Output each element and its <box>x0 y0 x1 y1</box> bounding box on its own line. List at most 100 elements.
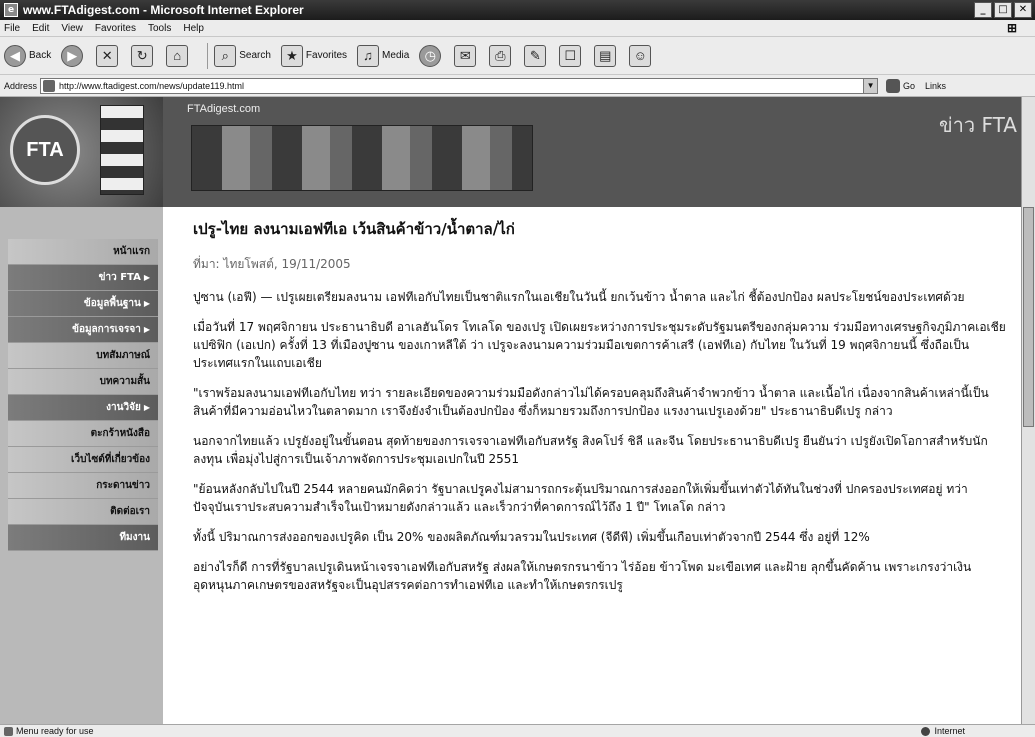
nav-item[interactable]: หน้าแรก <box>8 239 158 265</box>
refresh-icon: ↻ <box>131 44 154 67</box>
nav-item[interactable]: ข้อมูลการเจรจา ▶ <box>8 317 158 343</box>
nav-item-label: บทความสั้น <box>99 376 150 387</box>
nav-item[interactable]: ตะกร้าหนังสือ <box>8 421 158 447</box>
mail-button[interactable]: ✉ <box>454 44 479 67</box>
submenu-arrow-icon: ▶ <box>143 299 150 308</box>
menu-tools[interactable]: Tools <box>148 23 171 34</box>
star-icon: ★ <box>280 44 303 67</box>
menu-view[interactable]: View <box>61 23 83 34</box>
scrollbar-thumb[interactable] <box>1023 207 1034 427</box>
home-icon: ⌂ <box>166 44 189 67</box>
window-controls: _ □ ✕ <box>974 2 1032 18</box>
search-icon: ⌕ <box>214 44 237 67</box>
security-zone: Internet <box>921 726 965 736</box>
address-url: http://www.ftadigest.com/news/update119.… <box>59 80 244 91</box>
research-icon: ▤ <box>594 44 617 67</box>
print-button[interactable]: ⎙ <box>489 44 514 67</box>
edit-button[interactable]: ✎ <box>524 44 549 67</box>
links-button[interactable]: Links <box>925 81 946 91</box>
go-button[interactable]: Go <box>886 78 916 93</box>
close-button[interactable]: ✕ <box>1014 2 1032 18</box>
article-paragraph: "เราพร้อมลงนามเอฟทีเอกับไทย ทว่า รายละเอ… <box>193 386 989 418</box>
minimize-button[interactable]: _ <box>974 2 992 18</box>
nav-item[interactable]: บทความสั้น <box>8 369 158 395</box>
address-dropdown-icon[interactable]: ▼ <box>863 78 878 93</box>
header-banner: FTAdigest.com ข่าว FTA <box>163 97 1035 207</box>
nav-item[interactable]: ข้อมูลพื้นฐาน ▶ <box>8 291 158 317</box>
nav-item[interactable]: บทสัมภาษณ์ <box>8 343 158 369</box>
windows-logo-icon: ⊞ <box>1006 21 1017 35</box>
vertical-scrollbar[interactable] <box>1021 97 1035 724</box>
media-icon: ♫ <box>357 44 380 67</box>
article-content: เปรู-ไทย ลงนามเอฟทีเอ เว้นสินค้าข้าว/น้ำ… <box>163 207 1021 724</box>
edit-icon: ✎ <box>524 44 547 67</box>
submenu-arrow-icon: ▶ <box>143 325 150 334</box>
globe-icon <box>921 726 931 736</box>
article-paragraph: "ย้อนหลังกลับไปในปี 2544 หลายคนมักคิดว่า… <box>193 482 968 514</box>
toolbar: ◀ Back ▶ ✕ ↻ ⌂ ⌕ Search ★ Favorites ♫ Me… <box>0 37 1035 75</box>
nav-item[interactable]: ข่าว FTA ▶ <box>8 265 158 291</box>
submenu-arrow-icon: ▶ <box>143 273 150 282</box>
forward-button[interactable]: ▶ <box>61 44 86 67</box>
banner-photo-collage <box>191 125 533 191</box>
left-sidebar: FTA หน้าแรก ข่าว FTA ▶ ข้อมูลพื้นฐาน ▶ ข้อมูล… <box>0 97 163 724</box>
status-page-icon <box>4 726 13 736</box>
nav-item[interactable]: ทีมงาน <box>8 525 158 551</box>
ie-icon: e <box>4 3 18 17</box>
research-button[interactable]: ▤ <box>594 44 619 67</box>
nav-item[interactable]: เว็บไซต์ที่เกี่ยวข้อง <box>8 447 158 473</box>
nav-item-label: งานวิจัย <box>106 402 141 413</box>
article-paragraph: อย่างไรก็ดี การที่รัฐบาลเปรูเดินหน้าเจรจ… <box>193 560 972 592</box>
refresh-button[interactable]: ↻ <box>131 44 156 67</box>
menu-help[interactable]: Help <box>183 23 204 34</box>
status-bar: Menu ready for use Internet <box>0 724 1035 737</box>
window-title: www.FTAdigest.com - Microsoft Internet E… <box>23 3 304 17</box>
title-bar: e www.FTAdigest.com - Microsoft Internet… <box>0 0 1035 20</box>
back-label: Back <box>29 50 52 61</box>
article-paragraph: นอกจากไทยแล้ว เปรูยังอยู่ในขั้นตอน สุดท้… <box>193 434 988 466</box>
nav-item[interactable]: กระดานข่าว <box>8 473 158 499</box>
article-paragraph: ปูซาน (เอฟี) — เปรูเผยเตรียมลงนาม เอฟทีเ… <box>193 290 965 304</box>
address-bar: Address http://www.ftadigest.com/news/up… <box>0 75 1035 97</box>
maximize-button[interactable]: □ <box>994 2 1012 18</box>
search-button[interactable]: ⌕ Search <box>214 44 271 67</box>
history-icon: ◷ <box>419 44 442 67</box>
zone-text: Internet <box>934 726 965 736</box>
favorites-button[interactable]: ★ Favorites <box>280 44 347 67</box>
messenger-button[interactable]: ☺ <box>629 44 654 67</box>
article-title: เปรู-ไทย ลงนามเอฟทีเอ เว้นสินค้าข้าว/น้ำ… <box>193 220 515 238</box>
discuss-button[interactable]: ☐ <box>559 44 584 67</box>
fta-logo[interactable]: FTA <box>10 115 80 185</box>
nav-item[interactable]: ติดต่อเรา <box>8 499 158 525</box>
flag-graphic <box>100 105 144 195</box>
nav-item-label: กระดานข่าว <box>96 480 150 491</box>
history-button[interactable]: ◷ <box>419 44 444 67</box>
go-label: Go <box>903 80 916 91</box>
messenger-icon: ☺ <box>629 44 652 67</box>
nav-item-label: ตะกร้าหนังสือ <box>90 428 150 439</box>
nav-item-label: หน้าแรก <box>113 246 150 257</box>
address-input[interactable]: http://www.ftadigest.com/news/update119.… <box>40 77 879 94</box>
site-name[interactable]: FTAdigest.com <box>187 103 260 115</box>
menu-file[interactable]: File <box>4 23 20 34</box>
back-arrow-icon: ◀ <box>4 44 26 67</box>
mail-icon: ✉ <box>454 44 477 67</box>
nav-item[interactable]: งานวิจัย ▶ <box>8 395 158 421</box>
home-button[interactable]: ⌂ <box>166 44 191 67</box>
back-button[interactable]: ◀ Back <box>4 44 52 67</box>
menu-favorites[interactable]: Favorites <box>95 23 136 34</box>
section-title: ข่าว FTA <box>939 113 1017 137</box>
media-button[interactable]: ♫ Media <box>357 44 409 67</box>
nav-item-label: ติดต่อเรา <box>110 506 150 517</box>
address-label: Address <box>4 80 38 91</box>
discuss-icon: ☐ <box>559 44 582 67</box>
menu-edit[interactable]: Edit <box>32 23 49 34</box>
status-message: Menu ready for use <box>4 726 94 736</box>
nav-item-label: บทสัมภาษณ์ <box>96 350 150 361</box>
nav-item-label: ทีมงาน <box>119 532 150 543</box>
nav-menu: หน้าแรก ข่าว FTA ▶ ข้อมูลพื้นฐาน ▶ ข้อมูลการเ… <box>0 239 163 551</box>
go-arrow-icon <box>886 78 901 93</box>
menu-bar: File Edit View Favorites Tools Help ⊞ <box>0 20 1035 37</box>
stop-button[interactable]: ✕ <box>96 44 121 67</box>
nav-item-label: ข่าว FTA <box>98 272 141 283</box>
